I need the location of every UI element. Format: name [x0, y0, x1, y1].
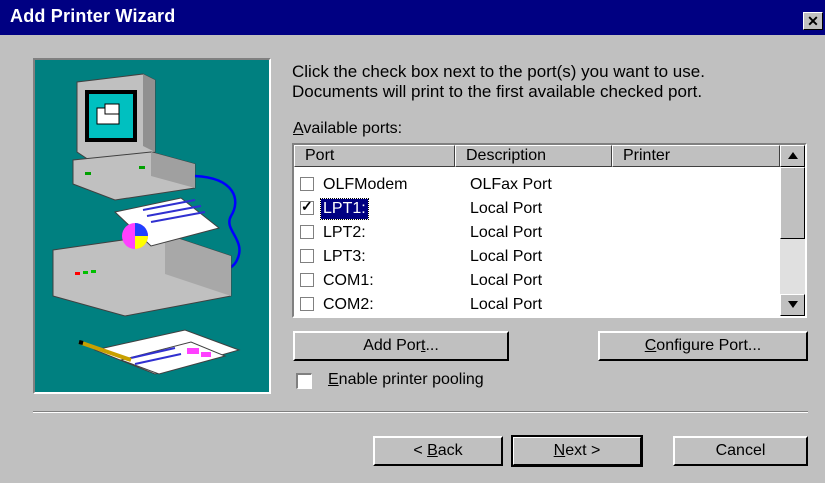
add-port-button-label-end: ...	[425, 337, 439, 354]
port-name: LPT3:	[323, 248, 366, 265]
port-description: Local Port	[470, 248, 543, 265]
available-ports-label: Available ports:	[293, 120, 402, 138]
printer-pooling-label-accel: E	[328, 371, 339, 388]
wizard-window: Add Printer Wizard ✕ Click the check box…	[0, 0, 825, 483]
back-button-accel: B	[427, 442, 438, 459]
printer-icon	[52, 197, 232, 317]
column-header-port[interactable]: Port	[294, 145, 455, 167]
instructions-line-1: Click the check box next to the port(s) …	[292, 62, 705, 81]
port-checkbox[interactable]	[300, 177, 314, 191]
instructions-line-2: Documents will print to the first availa…	[292, 82, 703, 101]
next-button-accel: N	[553, 442, 566, 459]
computer-icon	[72, 73, 196, 201]
add-port-button-label: Add Por	[363, 337, 421, 354]
next-button-label: ext >	[565, 442, 601, 459]
port-name: LPT2:	[323, 224, 366, 241]
port-row[interactable]: LPT1: Local Port	[294, 197, 780, 221]
cancel-button[interactable]: Cancel	[673, 436, 808, 466]
port-row[interactable]: OLFModem OLFax Port	[294, 173, 780, 197]
port-name: COM1:	[323, 272, 374, 289]
printer-illustration-icon	[52, 73, 241, 375]
port-name: COM2:	[323, 296, 374, 313]
port-name: OLFModem	[323, 176, 408, 193]
port-row[interactable]: LPT2: Local Port	[294, 221, 780, 245]
port-checkbox[interactable]	[300, 297, 314, 311]
title-bar: Add Printer Wizard ✕	[0, 0, 825, 35]
port-name: LPT1:	[320, 198, 369, 220]
column-header-printer[interactable]: Printer	[612, 145, 780, 167]
wizard-illustration	[33, 58, 271, 394]
separator	[33, 411, 808, 413]
port-checkbox[interactable]	[300, 225, 314, 239]
column-header-description[interactable]: Description	[455, 145, 612, 167]
scroll-down-icon[interactable]	[780, 294, 805, 316]
documents-icon	[78, 329, 241, 375]
back-button-label: <	[413, 442, 428, 459]
port-row[interactable]: COM1: Local Port	[294, 269, 780, 293]
back-button[interactable]: < Back	[373, 436, 503, 466]
available-ports-label-accel: A	[293, 120, 304, 137]
ports-list[interactable]: Port Description Printer OLFModem OLFax …	[292, 143, 807, 318]
port-checkbox[interactable]	[300, 198, 314, 215]
port-row[interactable]: LPT3: Local Port	[294, 245, 780, 269]
instructions-text: Click the check box next to the port(s) …	[292, 62, 705, 102]
port-description: Local Port	[470, 272, 543, 289]
port-checkbox[interactable]	[300, 249, 314, 263]
add-port-button[interactable]: Add Port...	[293, 331, 509, 361]
configure-port-button[interactable]: Configure Port...	[598, 331, 808, 361]
available-ports-label-rest: vailable ports:	[303, 120, 403, 137]
configure-port-button-label: onfigure Port...	[656, 337, 762, 354]
window-title: Add Printer Wizard	[10, 6, 176, 26]
scroll-thumb[interactable]	[780, 167, 805, 239]
scroll-up-icon[interactable]	[780, 145, 805, 167]
printer-pooling-label-rest: nable printer pooling	[338, 371, 484, 388]
port-description: Local Port	[470, 296, 543, 313]
configure-port-button-accel: C	[644, 337, 657, 354]
close-icon[interactable]: ✕	[803, 12, 823, 30]
printer-pooling-label[interactable]: Enable printer pooling	[328, 371, 484, 389]
printer-pooling-checkbox[interactable]	[296, 373, 312, 389]
port-description: Local Port	[470, 224, 543, 241]
port-description: OLFax Port	[470, 176, 552, 193]
vertical-scrollbar[interactable]	[780, 145, 805, 316]
back-button-label-end: ack	[437, 442, 463, 459]
port-row[interactable]: COM2: Local Port	[294, 293, 780, 316]
next-button[interactable]: Next >	[511, 435, 643, 467]
port-description: Local Port	[470, 200, 543, 217]
port-checkbox[interactable]	[300, 273, 314, 287]
